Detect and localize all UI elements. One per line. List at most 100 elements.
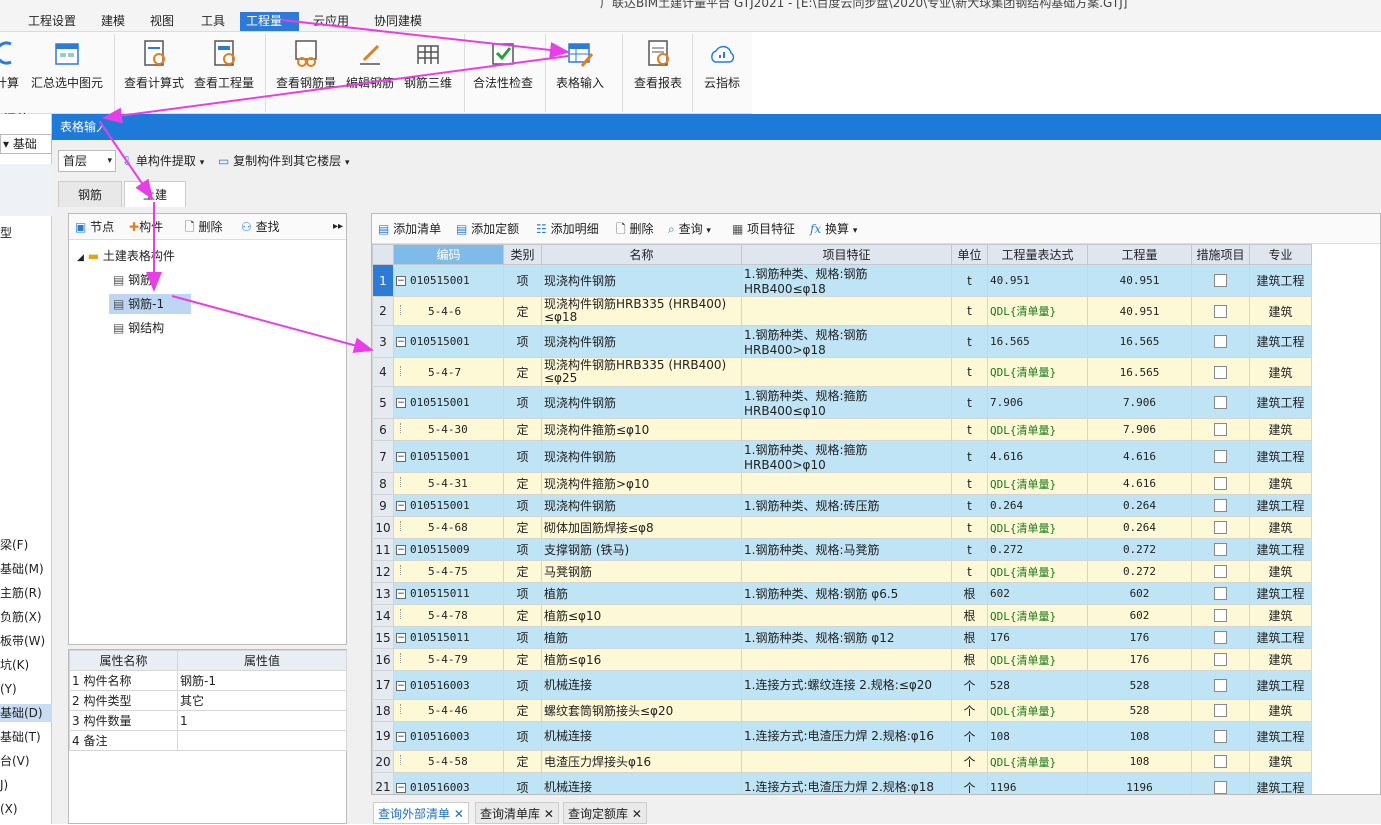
cell-code[interactable]: −010515001	[393, 264, 504, 297]
cloud-index-button[interactable]: 云指标	[698, 38, 746, 108]
grid-row[interactable]: 9−010515001 项现浇构件钢筋 1.钢筋种类、规格:砖压筋 t 0.264 0.2…	[372, 494, 1312, 517]
row-number[interactable]: 3	[372, 325, 394, 358]
cell-unit[interactable]: t	[951, 560, 988, 583]
cell-major[interactable]: 建筑	[1249, 472, 1312, 495]
row-number[interactable]: 20	[372, 750, 394, 773]
cell-type[interactable]: 项	[503, 721, 542, 751]
row-number[interactable]: 11	[372, 538, 394, 561]
cell-measure[interactable]	[1191, 264, 1250, 297]
cell-feature[interactable]	[741, 472, 952, 495]
grid-row[interactable]: 21−010516003 项机械连接 1.连接方式:电渣压力焊 2.规格:φ18 个 1…	[372, 772, 1312, 794]
col-unit[interactable]: 单位	[951, 244, 988, 265]
cell-unit[interactable]: t	[951, 440, 988, 473]
tab-quota-library[interactable]: 查询定额库 ✕	[563, 802, 647, 824]
collapse-icon[interactable]: −	[396, 337, 406, 347]
cell-unit[interactable]: t	[951, 264, 988, 297]
cell-name[interactable]: 机械连接	[541, 721, 742, 751]
cell-code[interactable]: 5-4-6	[393, 296, 504, 326]
cell-measure[interactable]	[1191, 772, 1250, 794]
row-number[interactable]: 14	[372, 604, 394, 627]
menu-project-settings[interactable]: 工程设置	[22, 12, 82, 31]
col-expr[interactable]: 工程量表达式	[987, 244, 1088, 265]
cell-expr[interactable]: QDL{清单量}	[987, 648, 1088, 671]
cell-unit[interactable]: t	[951, 296, 988, 326]
measure-checkbox[interactable]	[1214, 704, 1227, 718]
cell-expr[interactable]: 7.906	[987, 386, 1088, 419]
tree-item-rebar-1[interactable]: ▤ 钢筋-1	[109, 294, 191, 314]
cell-expr[interactable]: 40.951	[987, 264, 1088, 297]
cell-unit[interactable]: t	[951, 418, 988, 441]
measure-checkbox[interactable]	[1214, 477, 1227, 491]
cell-expr[interactable]: 4.616	[987, 440, 1088, 473]
dialog-title-bar[interactable]: 表格输入	[52, 114, 1381, 140]
add-component-button[interactable]: ✚构件	[129, 216, 163, 238]
cell-measure[interactable]	[1191, 560, 1250, 583]
collapse-icon[interactable]: −	[396, 731, 406, 742]
grid-row[interactable]: 7−010515001 项现浇构件钢筋 1.钢筋种类、规格:箍筋HRB400>φ10…	[372, 440, 1312, 473]
collapse-icon[interactable]: −	[396, 501, 406, 511]
edit-rebar-button[interactable]: 编辑钢筋	[344, 38, 396, 108]
collapse-icon[interactable]: −	[396, 545, 406, 555]
measure-checkbox[interactable]	[1214, 335, 1227, 349]
measure-checkbox[interactable]	[1214, 780, 1227, 794]
cell-feature[interactable]	[741, 418, 952, 441]
floor-select[interactable]: 首层 ▾	[58, 150, 116, 172]
cell-code[interactable]: 5-4-7	[393, 357, 504, 387]
cell-feature[interactable]	[741, 296, 952, 326]
cell-major[interactable]: 建筑工程	[1249, 440, 1312, 473]
cell-feature[interactable]	[741, 560, 952, 583]
cell-unit[interactable]: t	[951, 494, 988, 517]
cell-major[interactable]: 建筑工程	[1249, 264, 1312, 297]
cell-name[interactable]: 现浇构件钢筋	[541, 386, 742, 419]
cell-unit[interactable]: 个	[951, 721, 988, 751]
cell-code[interactable]: −010515001	[393, 494, 504, 517]
cell-code[interactable]: 5-4-68	[393, 516, 504, 539]
measure-checkbox[interactable]	[1214, 653, 1227, 667]
grid-row[interactable]: 19−010516003 项机械连接 1.连接方式:电渣压力焊 2.规格:φ16 个 1…	[372, 721, 1312, 751]
view-quantity-button[interactable]: 查看工程量	[192, 38, 256, 108]
grid-row[interactable]: 4 5-4-7 定现浇构件钢筋HRB335 (HRB400) ≤φ25 t QDL{清单…	[372, 357, 1312, 387]
cell-type[interactable]: 项	[503, 440, 542, 473]
cell-expr[interactable]: QDL{清单量}	[987, 296, 1088, 326]
cell-major[interactable]: 建筑工程	[1249, 670, 1312, 700]
cell-unit[interactable]: t	[951, 386, 988, 419]
cell-measure[interactable]	[1191, 516, 1250, 539]
cell-type[interactable]: 项	[503, 386, 542, 419]
cell-expr[interactable]: QDL{清单量}	[987, 560, 1088, 583]
cell-major[interactable]: 建筑	[1249, 699, 1312, 722]
cell-feature[interactable]: 1.连接方式:电渣压力焊 2.规格:φ18	[741, 772, 952, 794]
menu-view[interactable]: 视图	[144, 12, 180, 31]
cell-code[interactable]: −010515011	[393, 582, 504, 605]
grid-row[interactable]: 18 5-4-46 定螺纹套筒钢筋接头≤φ20 个 QDL{清单量} 528 建筑	[372, 699, 1312, 722]
menu-modeling[interactable]: 建模	[95, 12, 131, 31]
cell-unit[interactable]: 根	[951, 626, 988, 649]
tree-root[interactable]: ◢ ▬ 土建表格构件	[77, 246, 175, 266]
cell-unit[interactable]: 根	[951, 604, 988, 627]
query-button[interactable]: ⌕ 查询 ▾	[668, 218, 711, 240]
cell-measure[interactable]	[1191, 325, 1250, 358]
prop-value[interactable]	[177, 730, 347, 751]
cell-expr[interactable]: 528	[987, 670, 1088, 700]
cell-code[interactable]: 5-4-31	[393, 472, 504, 495]
cell-measure[interactable]	[1191, 582, 1250, 605]
cell-feature[interactable]: 1.钢筋种类、规格:箍筋HRB400≤φ10	[741, 386, 952, 419]
collapse-icon[interactable]: −	[396, 398, 406, 408]
collapse-icon[interactable]: −	[396, 452, 406, 462]
grid-row[interactable]: 15−010515011 项植筋 1.钢筋种类、规格:钢筋 φ12 根 176 176 建筑…	[372, 626, 1312, 649]
nav-item[interactable]: 梁(F)	[0, 536, 52, 554]
prop-row[interactable]: 4 备注	[69, 730, 347, 751]
collapse-icon[interactable]: −	[396, 589, 406, 599]
nav-item[interactable]: 板带(W)	[0, 632, 52, 650]
cell-name[interactable]: 植筋≤φ10	[541, 604, 742, 627]
cell-measure[interactable]	[1191, 648, 1250, 671]
nav-item[interactable]: J)	[0, 776, 52, 794]
prop-value[interactable]: 1	[177, 710, 347, 731]
measure-checkbox[interactable]	[1214, 450, 1227, 464]
cell-expr[interactable]: 0.264	[987, 494, 1088, 517]
cell-feature[interactable]: 1.钢筋种类、规格:砖压筋	[741, 494, 952, 517]
cell-feature[interactable]: 1.连接方式:螺纹连接 2.规格:≤φ20	[741, 670, 952, 700]
grid-row[interactable]: 11−010515009 项支撑钢筋 (铁马) 1.钢筋种类、规格:马凳筋 t 0.27…	[372, 538, 1312, 561]
cell-feature[interactable]: 1.钢筋种类、规格:箍筋HRB400>φ10	[741, 440, 952, 473]
col-major[interactable]: 专业	[1249, 244, 1312, 265]
tree-item-rebar[interactable]: ▤ 钢筋	[113, 270, 152, 290]
